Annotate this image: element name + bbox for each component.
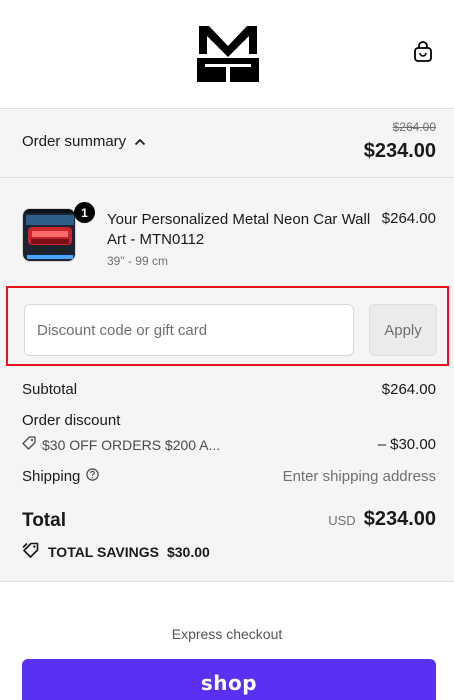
express-checkout-label: Express checkout — [171, 626, 283, 642]
currency-code: USD — [328, 513, 356, 528]
subtotal-row: Subtotal $264.00 — [22, 381, 436, 398]
discount-code-row: $30 OFF ORDERS $200 A... – $30.00 — [22, 436, 436, 453]
summary-total: $234.00 — [363, 140, 436, 162]
apply-discount-button[interactable]: Apply — [369, 304, 437, 356]
shopping-bag-icon[interactable] — [412, 40, 434, 64]
total-savings: TOTAL SAVINGS $30.00 — [22, 542, 210, 561]
cart-line-item: 1 Your Personalized Metal Neon Car Wall … — [22, 202, 436, 268]
tag-icon — [22, 436, 36, 453]
savings-label: TOTAL SAVINGS — [48, 543, 159, 560]
product-title: Your Personalized Metal Neon Car Wall Ar… — [107, 211, 371, 248]
product-price: $264.00 — [381, 210, 436, 227]
grand-total: USD $234.00 — [328, 508, 436, 531]
header — [0, 0, 454, 108]
discount-code-input[interactable] — [24, 304, 354, 356]
order-summary-panel: 1 Your Personalized Metal Neon Car Wall … — [0, 178, 454, 582]
discount-section-highlight: Apply — [6, 286, 449, 366]
order-discount-row: Order discount — [22, 412, 436, 429]
product-thumbnail — [22, 208, 76, 262]
original-total: $264.00 — [392, 120, 436, 134]
subtotal-value: $264.00 — [381, 381, 436, 398]
store-logo[interactable] — [195, 24, 261, 84]
shop-pay-logo-text: shop — [200, 671, 258, 695]
discount-code-text: $30 OFF ORDERS $200 A... — [42, 436, 221, 453]
savings-value: $30.00 — [166, 543, 210, 560]
shipping-label: Shipping — [22, 468, 81, 485]
discount-amount: – $30.00 — [377, 436, 436, 453]
total-amount: $234.00 — [363, 508, 436, 530]
order-summary-label: Order summary — [22, 133, 127, 150]
product-variant: 39" - 99 cm — [107, 254, 168, 268]
order-summary-bar: Order summary $264.00 $234.00 — [0, 108, 454, 178]
savings-tag-icon — [22, 542, 40, 561]
subtotal-label: Subtotal — [22, 381, 78, 398]
shipping-value: Enter shipping address — [282, 468, 436, 485]
chevron-up-icon — [134, 133, 146, 150]
order-summary-toggle[interactable]: Order summary — [22, 133, 146, 150]
total-label: Total — [22, 510, 66, 531]
help-icon[interactable] — [86, 468, 100, 485]
quantity-badge: 1 — [74, 202, 95, 223]
shop-pay-button[interactable]: shop — [22, 659, 436, 700]
shipping-row: Shipping Enter shipping address — [22, 468, 436, 485]
discount-code-tag: $30 OFF ORDERS $200 A... — [22, 436, 436, 453]
order-discount-label: Order discount — [22, 412, 121, 429]
